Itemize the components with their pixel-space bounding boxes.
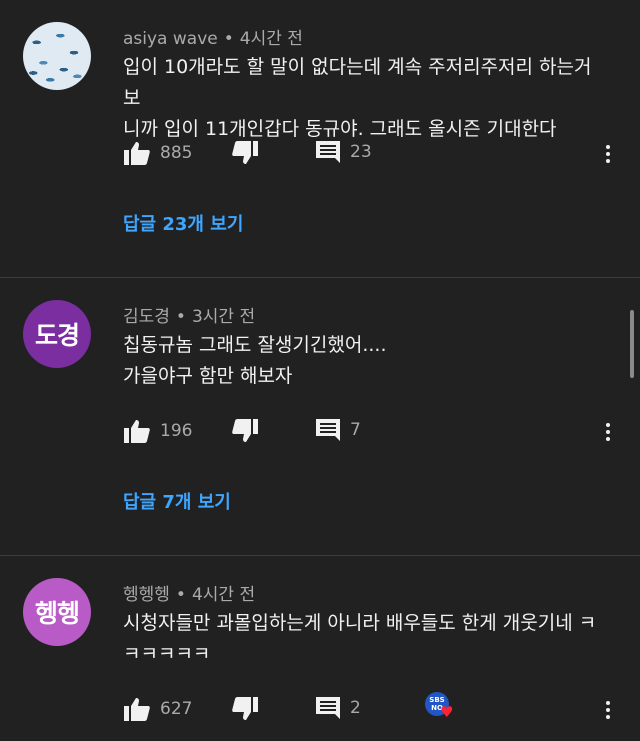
author-name[interactable]: 김도경 [123, 307, 170, 327]
dislike-button[interactable] [232, 697, 258, 721]
more-options-button[interactable] [602, 142, 614, 166]
reply-count: 23 [350, 142, 372, 162]
thumbs-down-icon [232, 697, 258, 720]
thumbs-down-icon [232, 141, 258, 164]
dislike-button[interactable] [232, 141, 258, 165]
reply-button[interactable]: 7 [316, 419, 361, 441]
thumbs-up-icon [124, 142, 150, 165]
meta-separator: • [223, 29, 234, 49]
comment-icon [316, 419, 340, 441]
heart-icon: ♥ [440, 703, 454, 721]
reply-count: 7 [350, 420, 361, 440]
thumbs-up-icon [124, 698, 150, 721]
more-vert-icon [606, 701, 610, 705]
avatar[interactable]: 헹헹 [23, 578, 91, 646]
like-button[interactable]: 196 [124, 419, 192, 443]
like-count: 627 [160, 699, 193, 719]
more-options-button[interactable] [602, 698, 614, 722]
like-count: 196 [160, 421, 193, 441]
comment-actions: 885 23 [0, 134, 640, 174]
comment-text: 입이 10개라도 할 말이 없다는데 계속 주저리주저리 하는거 보 니까 입이… [123, 52, 613, 145]
view-replies-link[interactable]: 답글 23개 보기 [123, 210, 243, 236]
comment-meta: asiya wave • 4시간 전 [123, 24, 303, 49]
avatar[interactable] [23, 22, 91, 90]
avatar[interactable]: 도경 [23, 300, 91, 368]
like-count: 885 [160, 143, 193, 163]
comment-item: 헹헹 헹헹헹 • 4시간 전 시청자들만 과몰입하는게 아니라 배우들도 한게 개웃… [0, 556, 640, 741]
comment-icon [316, 697, 340, 719]
creator-heart-badge: SBS NO ♥ [425, 692, 453, 720]
like-button[interactable]: 885 [124, 141, 192, 165]
more-vert-icon [606, 145, 610, 149]
scrollbar[interactable] [630, 310, 634, 378]
comment-meta: 헹헹헹 • 4시간 전 [123, 580, 255, 605]
comment-icon [316, 141, 340, 163]
more-options-button[interactable] [602, 420, 614, 444]
comment-text-line: 입이 10개라도 할 말이 없다는데 계속 주저리주저리 하는거 보 [123, 56, 592, 109]
thumbs-up-icon [124, 420, 150, 443]
comment-actions: 627 2 SBS NO ♥ [0, 690, 640, 730]
dislike-button[interactable] [232, 419, 258, 443]
meta-separator: • [175, 585, 186, 605]
comment-text: 시청자들만 과몰입하는게 아니라 배우들도 한게 개웃기네 ㅋ ㅋㅋㅋㅋㅋ [123, 608, 613, 670]
comment-meta: 김도경 • 3시간 전 [123, 302, 255, 327]
reply-button[interactable]: 2 [316, 697, 361, 719]
reply-count: 2 [350, 698, 361, 718]
thumbs-down-icon [232, 419, 258, 442]
meta-separator: • [175, 307, 186, 327]
comment-time: 3시간 전 [191, 307, 256, 327]
reply-button[interactable]: 23 [316, 141, 372, 163]
more-vert-icon [606, 423, 610, 427]
comment-text-line: 시청자들만 과몰입하는게 아니라 배우들도 한게 개웃기네 ㅋ [123, 612, 597, 634]
comment-item: 도경 김도경 • 3시간 전 칩동규놈 그래도 잘생기긴했어.... 가을야구 함만… [0, 278, 640, 556]
comment-text-line: ㅋㅋㅋㅋㅋ [123, 643, 211, 665]
like-button[interactable]: 627 [124, 697, 192, 721]
comment-text-line: 칩동규놈 그래도 잘생기긴했어.... [123, 334, 387, 356]
comment-text-line: 가을야구 함만 해보자 [123, 365, 293, 387]
view-replies-link[interactable]: 답글 7개 보기 [123, 488, 231, 514]
comment-text: 칩동규놈 그래도 잘생기긴했어.... 가을야구 함만 해보자 [123, 330, 613, 392]
comment-time: 4시간 전 [239, 29, 303, 49]
comment-time: 4시간 전 [191, 585, 256, 605]
comment-item: asiya wave • 4시간 전 입이 10개라도 할 말이 없다는데 계속 주… [0, 0, 640, 278]
author-name[interactable]: 헹헹헹 [123, 585, 170, 605]
comment-actions: 196 7 [0, 412, 640, 452]
author-name[interactable]: asiya wave [123, 29, 218, 49]
